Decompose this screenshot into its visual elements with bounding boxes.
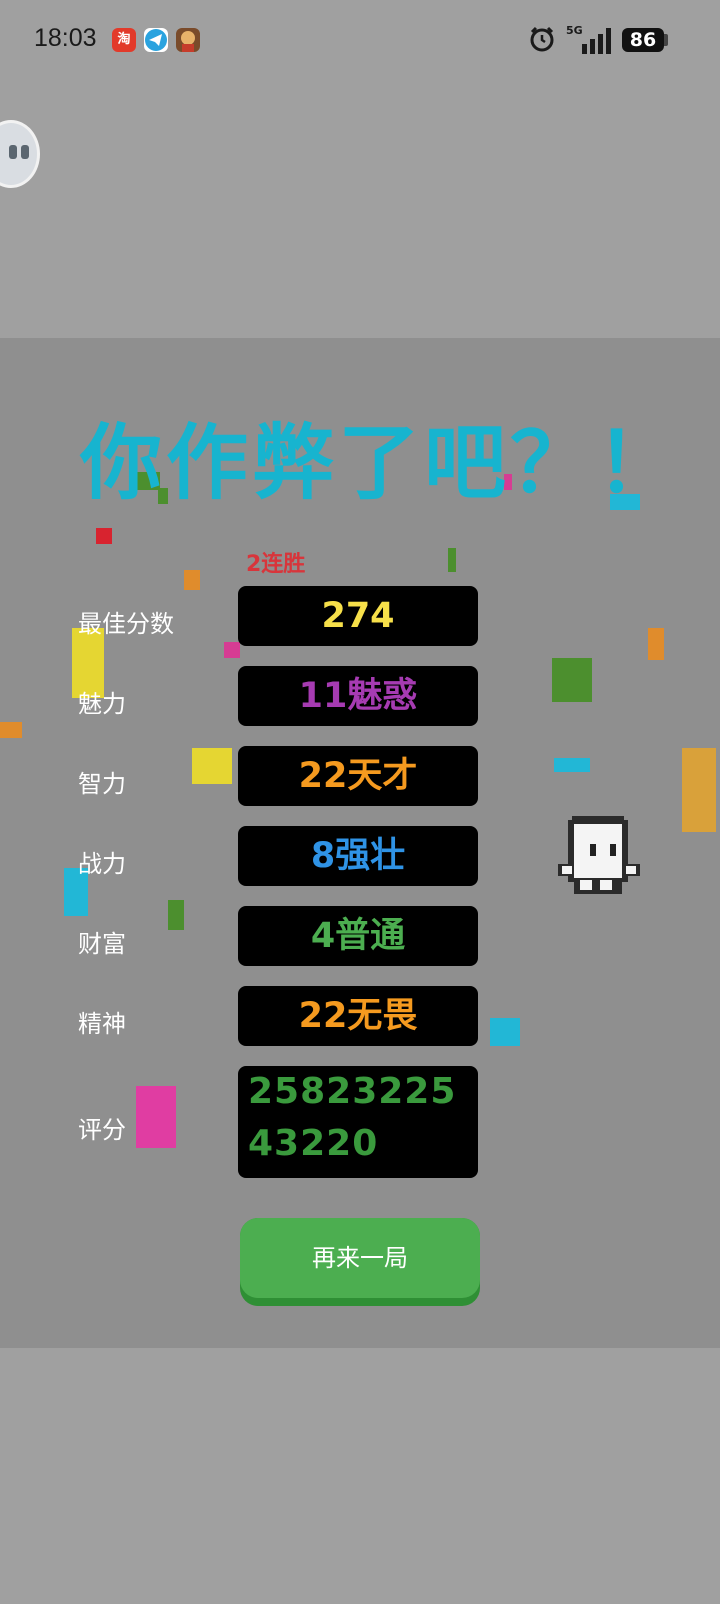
confetti-piece [682,748,716,832]
play-again-label[interactable]: 再来一局 [240,1218,480,1298]
confetti-piece [490,1018,520,1046]
confetti-piece [554,758,590,772]
confetti-piece [224,642,240,658]
stat-value-best-score: 274 [238,586,478,646]
confetti-piece [184,570,200,590]
assistant-eye-icon [21,145,29,159]
score-value: 2582322543220 [238,1066,478,1178]
confetti-piece [96,528,112,544]
status-time: 18:03 [34,24,97,52]
stat-value-charm: 11魅惑 [238,666,478,726]
stat-value-wealth: 4普通 [238,906,478,966]
signal-icon [582,28,611,54]
stat-label-intelligence: 智力 [78,770,126,798]
stat-label-best-score: 最佳分数 [78,610,174,638]
alarm-icon [530,26,554,52]
score-label: 评分 [78,1116,126,1144]
play-again-button[interactable]: 再来一局 [240,1218,480,1306]
stat-label-combat: 战力 [78,850,126,878]
battery-indicator: 86 [622,28,664,52]
status-bar: 18:03 淘 5G 86 [0,0,720,80]
confetti-piece [136,1086,176,1148]
confetti-piece [192,748,232,784]
assistant-eye-icon [9,145,17,159]
stat-label-spirit: 精神 [78,1010,126,1038]
confetti-piece [648,628,664,660]
result-title: 你作弊了吧？！ [80,416,683,511]
battery-cap [664,34,668,46]
stat-label-wealth: 财富 [78,930,126,958]
floating-assistant-button[interactable] [0,120,40,188]
confetti-piece [168,900,184,930]
taobao-icon: 淘 [112,28,136,52]
game-avatar-icon [176,28,200,52]
game-over-panel: 你作弊了吧？！ 2连胜 最佳分数 274 魅力 11魅惑 智力 22天才 战力 … [0,338,720,1348]
confetti-piece [552,658,592,702]
pixel-ghost-character [558,816,640,894]
telegram-icon [144,28,168,52]
stat-value-combat: 8强壮 [238,826,478,886]
stat-label-charm: 魅力 [78,690,126,718]
confetti-piece [0,722,22,738]
confetti-piece [448,548,456,572]
stat-value-spirit: 22无畏 [238,986,478,1046]
win-streak-label: 2连胜 [246,552,306,577]
stat-value-intelligence: 22天才 [238,746,478,806]
